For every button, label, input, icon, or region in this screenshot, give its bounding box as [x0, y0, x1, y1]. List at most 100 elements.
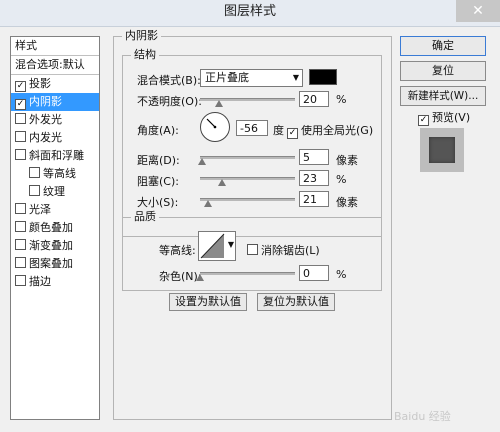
choke-slider-thumb[interactable] — [217, 179, 226, 186]
style-preview-swatch — [429, 137, 455, 163]
sidebar-item-checkbox[interactable] — [15, 131, 26, 142]
distance-input[interactable]: 5 — [299, 149, 329, 165]
sidebar-item-label: 斜面和浮雕 — [29, 149, 84, 162]
sidebar-item-1[interactable]: ✓ 内阴影 — [11, 93, 99, 111]
sidebar-item-checkbox[interactable] — [15, 113, 26, 124]
reset-button[interactable]: 复位 — [400, 61, 486, 81]
sidebar-item-checkbox[interactable]: ✓ — [15, 81, 26, 92]
choke-unit: % — [336, 173, 347, 186]
sidebar-item-checkbox[interactable] — [15, 221, 26, 232]
sidebar-item-checkbox[interactable] — [29, 167, 40, 178]
chevron-down-icon: ▼ — [292, 73, 299, 82]
sidebar-item-label: 描边 — [29, 275, 51, 288]
sidebar-item-0[interactable]: ✓ 投影 — [11, 75, 99, 93]
sidebar-item-6[interactable]: 纹理 — [11, 183, 99, 201]
sidebar-item-label: 光泽 — [29, 203, 51, 216]
opacity-input[interactable]: 20 — [299, 91, 329, 107]
structure-group: 结构 混合模式(B): 正片叠底 ▼ 不透明度(O): 20 % 角度(A): … — [122, 48, 382, 237]
new-style-button[interactable]: 新建样式(W)... — [400, 86, 486, 106]
quality-group: 品质 等高线: ▼ 消除锯齿(L) 杂色(N): 0 % — [122, 210, 382, 291]
noise-slider[interactable] — [200, 272, 295, 275]
sidebar-item-2[interactable]: 外发光 — [11, 111, 99, 129]
opacity-unit: % — [336, 93, 347, 106]
noise-slider-thumb[interactable] — [196, 274, 204, 281]
blend-mode-value: 正片叠底 — [205, 71, 249, 84]
window-title: 图层样式 — [223, 4, 276, 19]
sidebar-item-label: 等高线 — [43, 167, 76, 180]
watermark-logo: Baidu 经验 — [394, 410, 451, 423]
panel-title: 内阴影 — [122, 29, 161, 43]
sidebar-item-label: 外发光 — [29, 113, 62, 126]
distance-slider[interactable] — [200, 156, 295, 159]
contour-curve-icon — [200, 233, 225, 259]
angle-dial[interactable] — [200, 112, 230, 142]
sidebar-item-8[interactable]: 颜色叠加 — [11, 219, 99, 237]
sidebar-item-label: 纹理 — [43, 185, 65, 198]
blend-color-swatch[interactable] — [309, 69, 337, 85]
sidebar-item-label: 图案叠加 — [29, 257, 73, 270]
size-input[interactable]: 21 — [299, 191, 329, 207]
quality-title: 品质 — [131, 210, 159, 224]
chevron-down-icon: ▼ — [227, 240, 234, 249]
contour-picker[interactable]: ▼ — [198, 231, 236, 261]
sidebar-item-5[interactable]: 等高线 — [11, 165, 99, 183]
preview-option[interactable]: ✓ 预览(V) — [418, 109, 470, 126]
opacity-label: 不透明度(O): — [137, 95, 202, 108]
preview-checkbox[interactable]: ✓ — [418, 115, 429, 126]
sidebar-item-checkbox[interactable] — [15, 239, 26, 250]
inner-shadow-panel: 内阴影 结构 混合模式(B): 正片叠底 ▼ 不透明度(O): 20 % 角度(… — [113, 29, 392, 420]
sidebar-item-4[interactable]: 斜面和浮雕 — [11, 147, 99, 165]
antialias-checkbox[interactable] — [247, 244, 258, 255]
size-slider-thumb[interactable] — [203, 200, 212, 207]
distance-unit: 像素 — [336, 154, 358, 167]
angle-input[interactable]: -56 — [236, 120, 268, 136]
distance-slider-thumb[interactable] — [197, 158, 206, 165]
sidebar-item-9[interactable]: 渐变叠加 — [11, 237, 99, 255]
distance-label: 距离(D): — [137, 154, 180, 167]
window-titlebar: 图层样式 ✕ — [0, 0, 500, 27]
size-slider[interactable] — [200, 198, 295, 201]
blend-mode-label: 混合模式(B): — [137, 74, 201, 87]
contour-label: 等高线: — [159, 244, 196, 257]
opacity-slider-thumb[interactable] — [215, 100, 223, 107]
sidebar-item-label: 颜色叠加 — [29, 221, 73, 234]
global-light-label: 使用全局光(G) — [301, 124, 374, 137]
make-default-button[interactable]: 设置为默认值 — [169, 293, 247, 311]
global-light-checkbox[interactable]: ✓ — [287, 128, 298, 139]
sidebar-item-label: 投影 — [29, 77, 51, 90]
preview-label: 预览(V) — [432, 111, 471, 124]
style-preview-thumbnail — [420, 128, 464, 172]
noise-unit: % — [336, 268, 347, 281]
sidebar-item-checkbox[interactable] — [15, 257, 26, 268]
size-unit: 像素 — [336, 196, 358, 209]
sidebar-item-checkbox[interactable] — [15, 203, 26, 214]
sidebar-item-checkbox[interactable] — [29, 185, 40, 196]
structure-title: 结构 — [131, 48, 159, 62]
styles-sidebar: 样式 混合选项:默认 ✓ 投影 ✓ 内阴影 外发光 内发光 斜面和浮雕 等高线 纹理 光泽 颜色叠加… — [10, 36, 100, 420]
sidebar-item-checkbox[interactable]: ✓ — [15, 99, 26, 110]
antialias-label: 消除锯齿(L) — [261, 244, 320, 257]
global-light-option[interactable]: ✓ 使用全局光(G) — [287, 122, 373, 139]
noise-input[interactable]: 0 — [299, 265, 329, 281]
sidebar-item-checkbox[interactable] — [15, 275, 26, 286]
choke-slider[interactable] — [200, 177, 295, 180]
choke-label: 阻塞(C): — [137, 175, 179, 188]
sidebar-item-11[interactable]: 描边 — [11, 273, 99, 291]
sidebar-item-label: 内阴影 — [29, 95, 62, 108]
choke-input[interactable]: 23 — [299, 170, 329, 186]
reset-default-button[interactable]: 复位为默认值 — [257, 293, 335, 311]
sidebar-item-3[interactable]: 内发光 — [11, 129, 99, 147]
size-label: 大小(S): — [137, 196, 179, 209]
angle-unit: 度 — [273, 124, 284, 137]
close-icon[interactable]: ✕ — [456, 0, 500, 22]
sidebar-item-7[interactable]: 光泽 — [11, 201, 99, 219]
sidebar-item-10[interactable]: 图案叠加 — [11, 255, 99, 273]
angle-needle-icon — [206, 118, 217, 129]
sidebar-header: 样式 — [11, 37, 99, 56]
sidebar-item-label: 渐变叠加 — [29, 239, 73, 252]
ok-button[interactable]: 确定 — [400, 36, 486, 56]
sidebar-item-blend-options[interactable]: 混合选项:默认 — [11, 56, 99, 75]
blend-mode-select[interactable]: 正片叠底 ▼ — [200, 69, 303, 87]
antialias-option[interactable]: 消除锯齿(L) — [247, 242, 320, 258]
sidebar-item-checkbox[interactable] — [15, 149, 26, 160]
